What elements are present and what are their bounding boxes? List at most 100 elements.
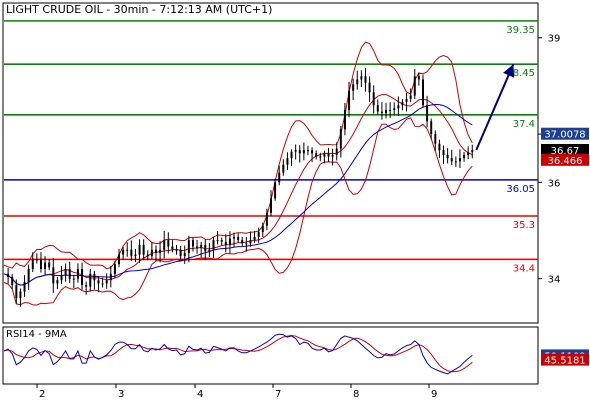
candle-body bbox=[159, 249, 162, 253]
candle-body bbox=[265, 212, 268, 226]
candle-body bbox=[438, 143, 441, 151]
rsi-title: RSI14 - 9MA bbox=[6, 329, 67, 340]
candle-body bbox=[257, 232, 260, 237]
candle-body bbox=[352, 84, 355, 91]
candle-body bbox=[228, 238, 231, 245]
candle-body bbox=[109, 273, 112, 281]
candle-body bbox=[270, 198, 272, 213]
candle-body bbox=[356, 79, 359, 85]
candle-body bbox=[39, 259, 42, 269]
candle-body bbox=[11, 277, 14, 286]
candle-body bbox=[118, 254, 121, 265]
y-tick-label-3: 39 bbox=[548, 34, 561, 45]
candle-body bbox=[187, 240, 190, 253]
candle-body bbox=[233, 236, 236, 239]
candle-body bbox=[302, 150, 305, 154]
candle-body bbox=[85, 285, 88, 287]
candle-body bbox=[113, 264, 116, 274]
candle-body bbox=[306, 150, 309, 152]
candle-body bbox=[450, 158, 453, 162]
candle-body bbox=[463, 154, 466, 159]
candle-body bbox=[89, 273, 92, 287]
candle-body bbox=[167, 240, 170, 247]
candle-body bbox=[471, 149, 474, 153]
level-label-4: 35.3 bbox=[513, 220, 535, 231]
candle-body bbox=[163, 240, 166, 250]
candle-body bbox=[261, 225, 264, 233]
candle-body bbox=[56, 280, 59, 284]
candle-body bbox=[76, 269, 79, 279]
candle-body bbox=[183, 252, 186, 257]
candle-body bbox=[380, 111, 383, 114]
candle-body bbox=[126, 249, 129, 251]
level-label-5: 34.4 bbox=[513, 263, 535, 274]
bollinger-bands bbox=[3, 41, 473, 306]
candle-body bbox=[311, 150, 314, 154]
candle-body bbox=[421, 79, 424, 106]
candle-body bbox=[413, 76, 416, 96]
x-tick-label-4: 8 bbox=[353, 389, 359, 400]
candle-body bbox=[331, 154, 334, 157]
rsi-box-1-text: 45.5181 bbox=[544, 356, 585, 367]
level-label-0: 39.35 bbox=[506, 25, 535, 36]
candle-body bbox=[81, 269, 84, 286]
candle-body bbox=[389, 110, 392, 111]
candle-body bbox=[409, 95, 412, 99]
candle-body bbox=[327, 153, 330, 157]
candle-body bbox=[216, 240, 219, 242]
candle-body bbox=[175, 249, 178, 251]
x-tick-label-3: 7 bbox=[275, 389, 281, 400]
candle-body bbox=[196, 246, 199, 249]
chart-title: LIGHT CRUDE OIL - 30min - 7:12:13 AM (UT… bbox=[6, 3, 272, 16]
candle-body bbox=[72, 278, 75, 280]
candle-body bbox=[241, 240, 244, 244]
candle-body bbox=[249, 240, 252, 244]
candle-body bbox=[27, 269, 30, 282]
candle-body bbox=[286, 158, 289, 165]
candle-body bbox=[7, 273, 10, 278]
candle-body bbox=[372, 92, 375, 106]
candle-body bbox=[212, 240, 215, 250]
candle-body bbox=[360, 76, 363, 80]
candle-body bbox=[426, 105, 429, 122]
x-tick-label-2: 4 bbox=[197, 389, 203, 400]
price-box-2-text: 36.466 bbox=[548, 156, 583, 167]
candle-body bbox=[253, 236, 256, 241]
y-tick-label-1: 36 bbox=[548, 178, 561, 189]
candle-body bbox=[154, 249, 157, 253]
candlesticks bbox=[7, 63, 515, 307]
candle-body bbox=[294, 150, 297, 152]
candle-body bbox=[245, 243, 248, 245]
candle-body bbox=[335, 148, 338, 155]
candle-body bbox=[237, 236, 240, 241]
rsi-line bbox=[3, 333, 473, 375]
candle-body bbox=[23, 281, 26, 292]
chart-root: 39.3538.4537.436.0535.334.4 343637392347… bbox=[0, 0, 590, 400]
candle-body bbox=[220, 240, 223, 242]
candle-body bbox=[376, 105, 379, 112]
candle-body bbox=[35, 259, 38, 261]
candle-body bbox=[105, 280, 108, 284]
candle-body bbox=[397, 105, 400, 109]
candle-body bbox=[134, 254, 137, 257]
rsi-lines bbox=[3, 333, 473, 375]
ma-line bbox=[3, 103, 473, 286]
rsi-frame bbox=[2, 326, 539, 385]
candle-body bbox=[171, 246, 174, 250]
candle-body bbox=[458, 158, 461, 162]
candle-body bbox=[343, 110, 346, 130]
candle-body bbox=[138, 244, 141, 255]
candle-body bbox=[405, 98, 408, 102]
moving-average bbox=[3, 103, 473, 286]
forecast-arrow-line bbox=[475, 63, 515, 151]
x-tick-label-0: 2 bbox=[39, 389, 45, 400]
candle-body bbox=[323, 153, 326, 157]
candle-body bbox=[150, 249, 153, 257]
candle-body bbox=[315, 153, 318, 157]
rsi-ma-line bbox=[3, 334, 473, 373]
candle-body bbox=[60, 275, 63, 281]
candle-body bbox=[364, 76, 367, 83]
candle-body bbox=[339, 129, 342, 149]
value-boxes: 37.007836.6736.46650.110945.5181 bbox=[541, 127, 589, 367]
candle-body bbox=[68, 269, 71, 279]
